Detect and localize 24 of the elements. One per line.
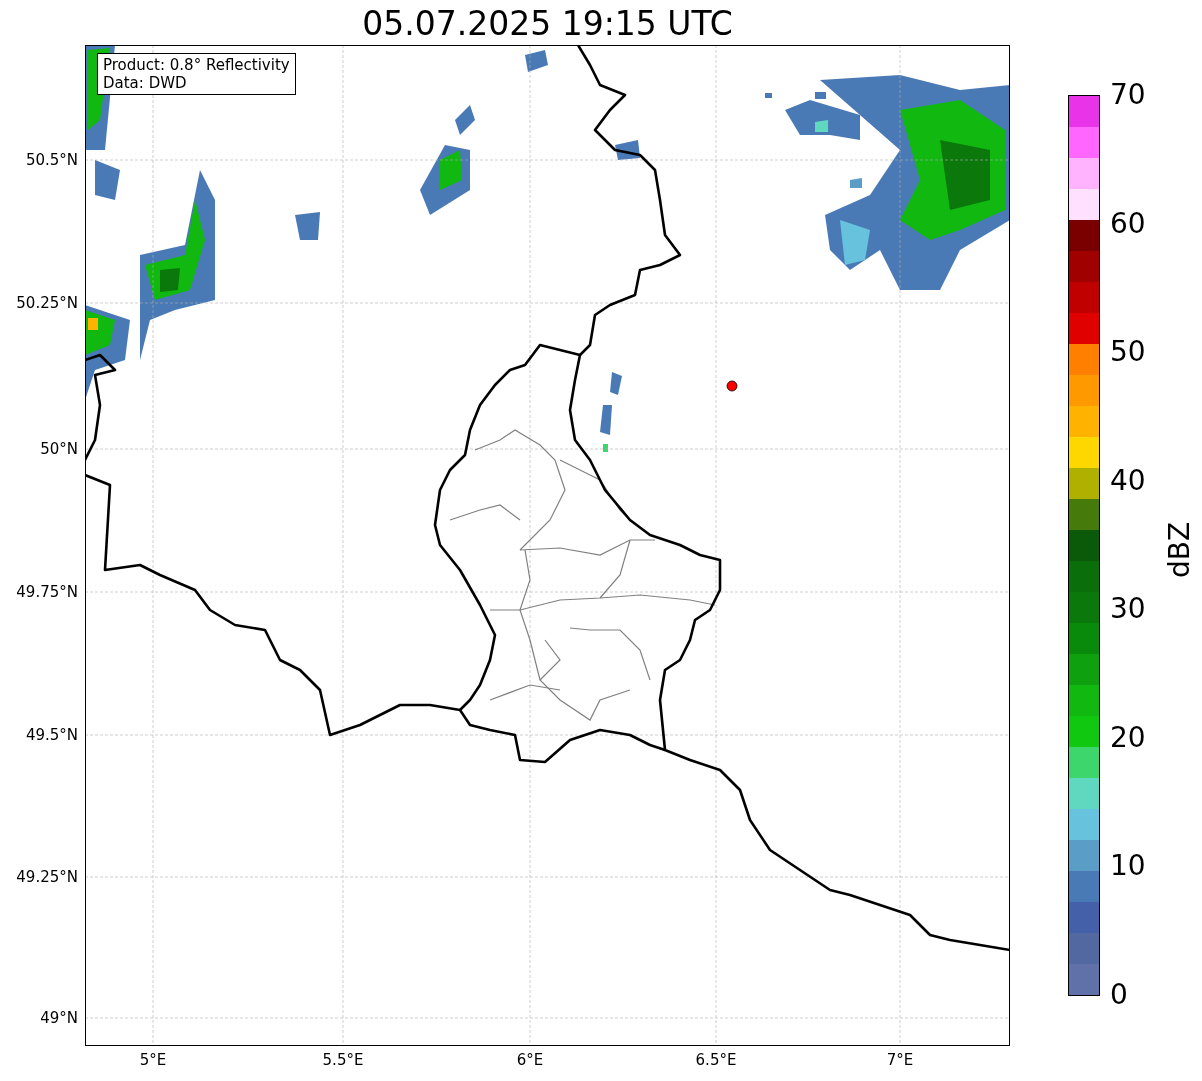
colorbar-tick-label: 10 bbox=[1110, 850, 1146, 883]
longitude-label: 5°E bbox=[138, 1051, 168, 1069]
colorbar-label: dBZ bbox=[1164, 521, 1196, 579]
colorbar-tick-label: 30 bbox=[1110, 593, 1146, 626]
info-text: Product: 0.8° Reflectivity bbox=[103, 56, 290, 74]
latitude-label: 49.5°N bbox=[24, 726, 78, 744]
info-text: Data: DWD bbox=[103, 74, 188, 92]
longitude-label: 6°E bbox=[515, 1051, 545, 1069]
latitude-label: 49.75°N bbox=[15, 583, 78, 601]
colorbar-tick-label: 60 bbox=[1110, 207, 1146, 240]
longitude-label: 6.5°E bbox=[694, 1051, 738, 1069]
latitude-label: 50°N bbox=[39, 440, 78, 458]
colorbar-tick-label: 40 bbox=[1110, 464, 1146, 497]
longitude-label: 7°E bbox=[885, 1051, 915, 1069]
chart-title: 05.07.2025 19:15 UTC bbox=[361, 4, 734, 44]
latitude-label: 50.25°N bbox=[15, 294, 78, 312]
colorbar-tick-label: 20 bbox=[1110, 721, 1146, 754]
colorbar-tick-label: 70 bbox=[1110, 79, 1146, 111]
latitude-label: 50.5°N bbox=[24, 151, 78, 169]
latitude-label: 49°N bbox=[39, 1009, 78, 1027]
colorbar-tick-label: 50 bbox=[1110, 336, 1146, 369]
latitude-label: 49.25°N bbox=[15, 868, 78, 886]
longitude-label: 5.5°E bbox=[321, 1051, 365, 1069]
colorbar-tick-label: 0 bbox=[1110, 979, 1128, 1011]
